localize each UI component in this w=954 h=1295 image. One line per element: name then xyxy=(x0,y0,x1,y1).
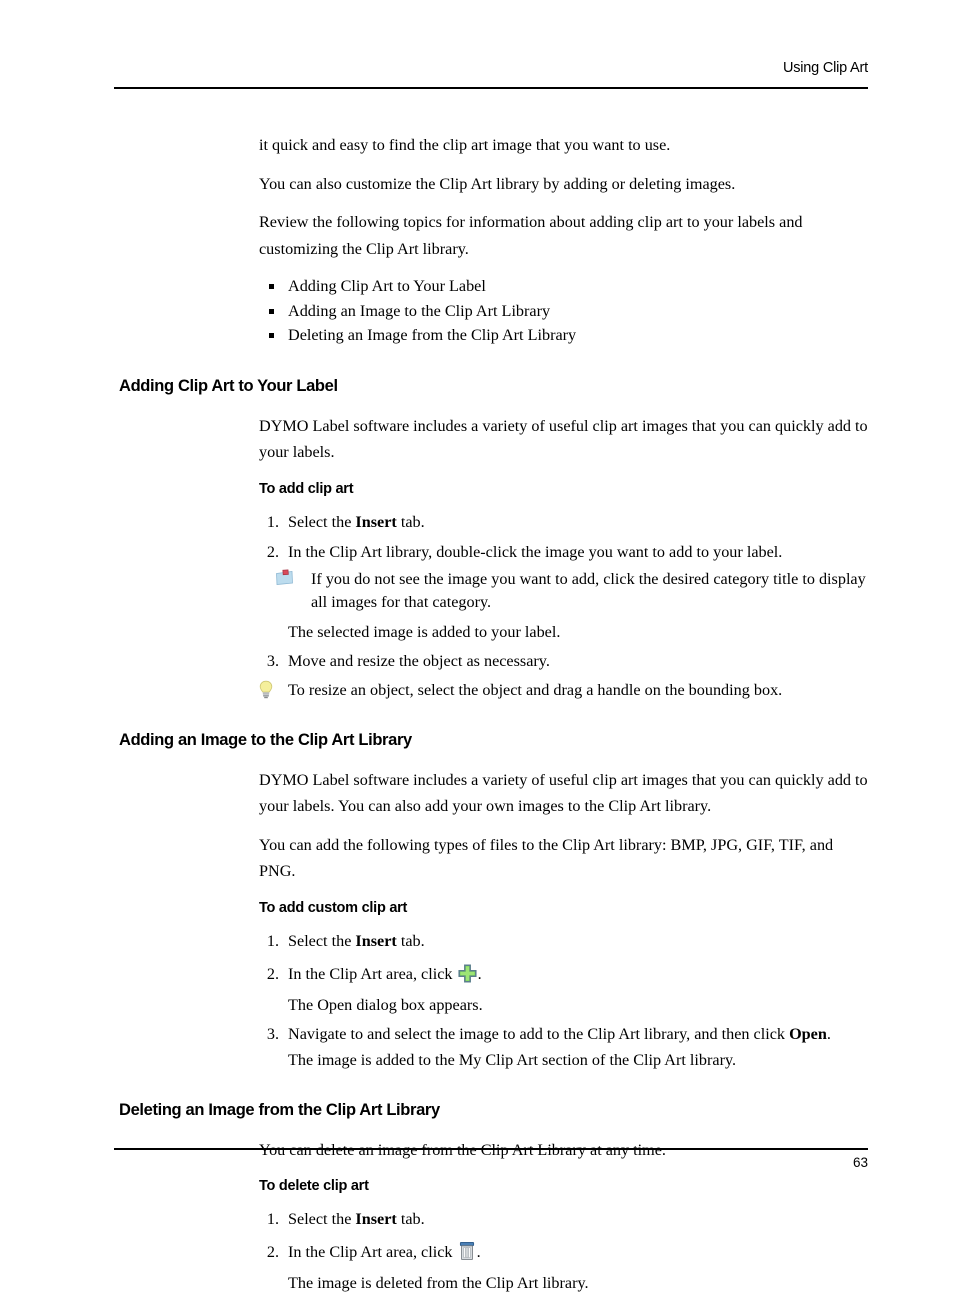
step-number: 1. xyxy=(266,1210,279,1228)
procedure-steps-add-custom-clip-art: 1. Select the Insert tab. 2. In the Clip… xyxy=(0,930,954,1072)
step-number: 2. xyxy=(266,1243,279,1261)
step-number: 1. xyxy=(266,931,279,950)
list-item[interactable]: Adding an Image to the Clip Art Library xyxy=(0,299,954,324)
step2-result-text: The Open dialog box appears. xyxy=(288,995,483,1014)
header-rule xyxy=(114,87,868,89)
topic-link-label: Adding an Image to the Clip Art Library xyxy=(288,301,551,320)
running-header-title: Using Clip Art xyxy=(782,60,868,76)
step-text-emphasis: Insert xyxy=(355,1210,397,1228)
tip-text: To resize an object, select the object a… xyxy=(288,680,783,699)
note-text: If you do not see the image you want to … xyxy=(311,569,866,611)
section2-intro-paragraph: DYMO Label software includes a variety o… xyxy=(259,770,868,816)
step-text: In the Clip Art area, click . xyxy=(288,963,482,983)
step-item: 3. Move and resize the object as necessa… xyxy=(0,650,954,673)
step-text-pre: Select the xyxy=(288,512,356,531)
step-number: 3. xyxy=(266,651,279,670)
step-text-pre: Select the xyxy=(288,1210,356,1228)
step-item: 1. Select the Insert tab. xyxy=(0,930,954,953)
step-item: 3. Navigate to and select the image to a… xyxy=(0,1023,954,1046)
procedure-steps-delete-clip-art: 1. Select the Insert tab. 2. In the Clip… xyxy=(0,1208,954,1295)
section2-formats-paragraph: You can add the following types of files… xyxy=(259,835,834,881)
step-text-emphasis: Open xyxy=(789,1024,827,1043)
step-text: Select the Insert tab. xyxy=(288,1210,425,1228)
step-text: Select the Insert tab. xyxy=(288,932,425,950)
step-number: 2. xyxy=(266,542,279,561)
page-number: 63 xyxy=(852,1155,868,1170)
section-heading-adding-clip-art: Adding Clip Art to Your Label xyxy=(119,376,338,395)
intro-paragraph-1: it quick and easy to find the clip art i… xyxy=(259,136,671,154)
square-bullet-icon xyxy=(269,308,274,314)
list-item[interactable]: Adding Clip Art to Your Label xyxy=(0,274,954,299)
procedure-heading-to-add-custom-clip-art: To add custom clip art xyxy=(259,899,408,916)
step3-result-text: The image is added to the My Clip Art se… xyxy=(288,1050,737,1069)
step-text: Select the Insert tab. xyxy=(288,513,425,531)
step2-result-text: The image is deleted from the Clip Art l… xyxy=(288,1274,589,1292)
step-number: 2. xyxy=(266,964,279,983)
step-item: 2. In the Clip Art library, double-click… xyxy=(0,541,954,564)
step-item: 1. Select the Insert tab. xyxy=(0,1208,954,1231)
step-text: In the Clip Art area, click . xyxy=(288,1241,481,1261)
list-item[interactable]: Deleting an Image from the Clip Art Libr… xyxy=(0,323,954,348)
step-text: Navigate to and select the image to add … xyxy=(288,1025,831,1043)
intro-paragraph-2: You can also customize the Clip Art libr… xyxy=(259,174,736,193)
step-text-post: . xyxy=(826,1024,831,1043)
step-text-pre: Select the xyxy=(288,931,356,950)
step-item: 1. Select the Insert tab. xyxy=(0,511,954,534)
topic-link-label: Adding Clip Art to Your Label xyxy=(288,277,486,295)
delete-trash-icon[interactable] xyxy=(458,1241,476,1268)
step-text-post: tab. xyxy=(396,512,425,531)
note-icon xyxy=(275,568,294,593)
step-number: 3. xyxy=(266,1024,279,1043)
document-page: Using Clip Art it quick and easy to find… xyxy=(0,0,954,1292)
step-text-emphasis: Insert xyxy=(355,512,397,531)
step-text-pre: In the Clip Art area, click xyxy=(288,1243,457,1261)
section-heading-deleting-image: Deleting an Image from the Clip Art Libr… xyxy=(119,1100,440,1119)
intro-paragraph-3: Review the following topics for informat… xyxy=(259,213,803,258)
page-content: it quick and easy to find the clip art i… xyxy=(0,132,954,1295)
procedure-steps-add-clip-art: 1. Select the Insert tab. 2. In the Clip… xyxy=(0,511,954,702)
lightbulb-icon xyxy=(258,680,274,706)
step-text-pre: Navigate to and select the image to add … xyxy=(288,1024,790,1043)
topic-link-label: Deleting an Image from the Clip Art Libr… xyxy=(288,326,577,344)
square-bullet-icon xyxy=(269,333,274,338)
step-text-post: . xyxy=(476,1243,481,1261)
section1-intro-paragraph: DYMO Label software includes a variety o… xyxy=(259,416,868,462)
note-callout: If you do not see the image you want to … xyxy=(0,568,954,614)
step-item: 2. In the Clip Art area, click . xyxy=(0,963,954,990)
procedure-heading-to-add-clip-art: To add clip art xyxy=(259,480,354,497)
step-text: Move and resize the object as necessary. xyxy=(288,651,550,670)
topic-list: Adding Clip Art to Your Label Adding an … xyxy=(0,274,954,348)
add-plus-icon[interactable] xyxy=(458,963,477,990)
step-text-post: tab. xyxy=(396,1210,425,1228)
footer-rule xyxy=(114,1148,868,1150)
step2-result-text: The selected image is added to your labe… xyxy=(288,622,561,641)
tip-callout: To resize an object, select the object a… xyxy=(0,679,954,702)
step-text-emphasis: Insert xyxy=(355,931,397,950)
section-heading-adding-image: Adding an Image to the Clip Art Library xyxy=(119,730,412,749)
procedure-heading-to-delete-clip-art: To delete clip art xyxy=(259,1178,369,1194)
step-text-pre: In the Clip Art area, click xyxy=(288,964,457,983)
step-text: In the Clip Art library, double-click th… xyxy=(288,542,783,561)
step-number: 1. xyxy=(266,512,279,531)
step-text-post: tab. xyxy=(396,931,425,950)
step-text-post: . xyxy=(477,964,482,983)
step-item: 2. In the Clip Art area, click . xyxy=(0,1241,954,1268)
square-bullet-icon xyxy=(269,284,274,289)
